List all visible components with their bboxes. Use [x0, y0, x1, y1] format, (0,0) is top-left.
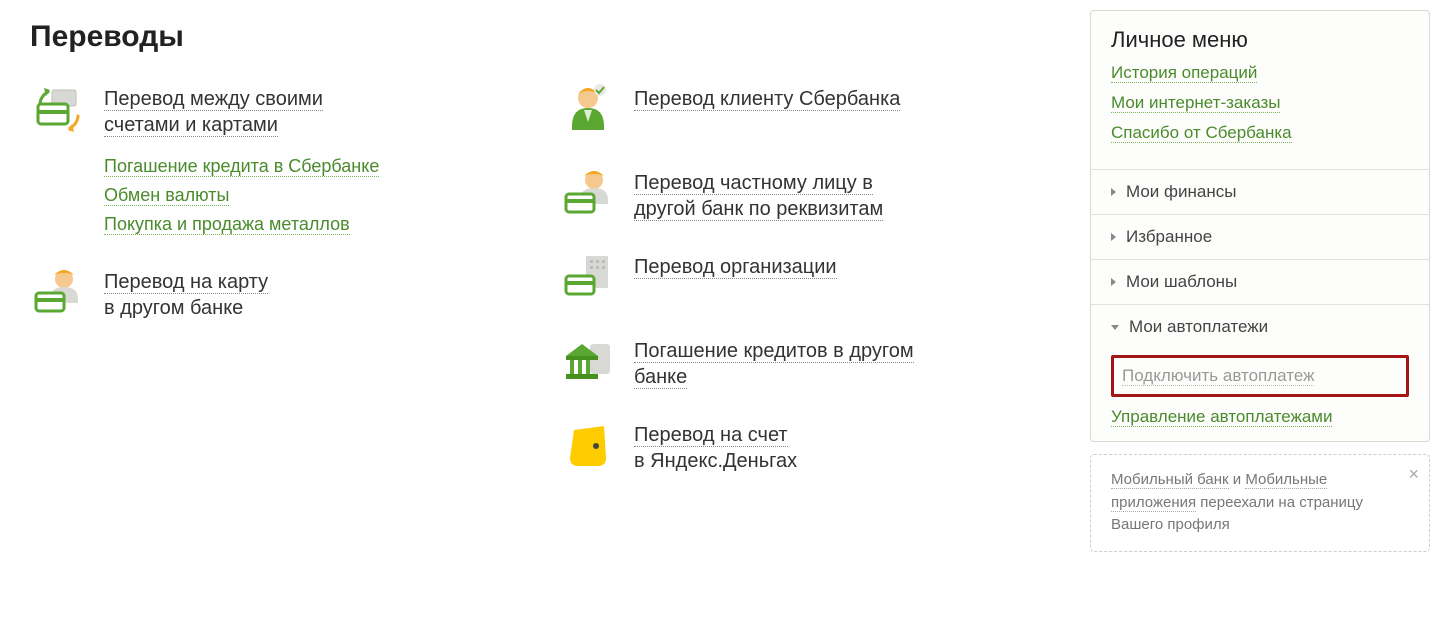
personal-menu-title: Личное меню — [1091, 11, 1429, 63]
info-box: × Мобильный банк и Мобильные приложения … — [1090, 454, 1430, 552]
transfer-to-organization[interactable]: Перевод организации — [560, 250, 1060, 306]
person-card-grey-icon — [560, 166, 616, 222]
yandex-wallet-icon — [560, 418, 616, 474]
transfers-column-right: Перевод клиенту Сбербанка — [560, 82, 1060, 502]
sublink-currency-exchange[interactable]: Обмен валюты — [104, 185, 530, 206]
transfer-link-line2: в другом банке — [104, 297, 243, 319]
transfer-link-line2[interactable]: другой банк по реквизитам — [634, 198, 883, 221]
main-content: Переводы — [0, 0, 1090, 552]
transfer-to-card-other-bank[interactable]: Перевод на карту в другом банке — [30, 265, 530, 321]
link-spasibo[interactable]: Спасибо от Сбербанка — [1111, 123, 1409, 143]
bank-wallet-icon — [560, 334, 616, 390]
chevron-down-icon — [1111, 325, 1119, 330]
acc-favorites[interactable]: Избранное — [1091, 214, 1429, 259]
link-mobile-bank[interactable]: Мобильный банк — [1111, 471, 1229, 489]
link-connect-autopay[interactable]: Подключить автоплатеж — [1122, 366, 1314, 386]
transfer-link[interactable]: Перевод частному лицу в — [634, 172, 873, 195]
chevron-right-icon — [1111, 188, 1116, 196]
transfer-link[interactable]: Перевод между своими — [104, 88, 323, 111]
transfer-link[interactable]: Погашение кредитов в другом — [634, 340, 914, 363]
transfer-link[interactable]: Перевод на карту — [104, 271, 268, 294]
building-card-icon — [560, 250, 616, 306]
transfers-column-left: Перевод между своими счетами и картами П… — [30, 82, 560, 502]
link-history[interactable]: История операций — [1111, 63, 1409, 83]
sidebar: Личное меню История операций Мои интерне… — [1090, 0, 1430, 552]
sub-links-group: Погашение кредита в Сбербанке Обмен валю… — [104, 156, 530, 235]
sublink-metals[interactable]: Покупка и продажа металлов — [104, 214, 530, 235]
acc-my-autopayments[interactable]: Мои автоплатежи — [1091, 304, 1429, 349]
page-title: Переводы — [30, 20, 1060, 54]
transfer-to-person-other-bank[interactable]: Перевод частному лицу в другой банк по р… — [560, 166, 1060, 222]
person-card-icon — [30, 265, 86, 321]
close-icon[interactable]: × — [1408, 461, 1419, 488]
sublink-loan-repay[interactable]: Погашение кредита в Сбербанке — [104, 156, 530, 177]
transfer-between-own[interactable]: Перевод между своими счетами и картами — [30, 82, 530, 138]
cards-exchange-icon — [30, 82, 86, 138]
transfer-link[interactable]: Перевод организации — [634, 256, 837, 279]
loan-repay-other-bank[interactable]: Погашение кредитов в другом банке — [560, 334, 1060, 390]
person-green-icon — [560, 82, 616, 138]
transfer-link-line2[interactable]: банке — [634, 366, 687, 389]
personal-menu-panel: Личное меню История операций Мои интерне… — [1090, 10, 1430, 442]
acc-my-finances[interactable]: Мои финансы — [1091, 169, 1429, 214]
autopay-sub: Подключить автоплатеж Управление автопла… — [1091, 349, 1429, 441]
transfer-to-sberbank-client[interactable]: Перевод клиенту Сбербанка — [560, 82, 1060, 138]
acc-my-templates[interactable]: Мои шаблоны — [1091, 259, 1429, 304]
transfer-link[interactable]: Перевод клиенту Сбербанка — [634, 88, 900, 111]
chevron-right-icon — [1111, 278, 1116, 286]
transfer-link-line2[interactable]: счетами и картами — [104, 114, 278, 137]
connect-autopay-highlight: Подключить автоплатеж — [1111, 355, 1409, 397]
transfer-link-line2: в Яндекс.Деньгах — [634, 450, 797, 472]
link-manage-autopay[interactable]: Управление автоплатежами — [1111, 407, 1332, 427]
chevron-right-icon — [1111, 233, 1116, 241]
transfer-link[interactable]: Перевод на счет — [634, 424, 788, 447]
link-internet-orders[interactable]: Мои интернет-заказы — [1111, 93, 1409, 113]
transfer-to-yandex-money[interactable]: Перевод на счет в Яндекс.Деньгах — [560, 418, 1060, 474]
